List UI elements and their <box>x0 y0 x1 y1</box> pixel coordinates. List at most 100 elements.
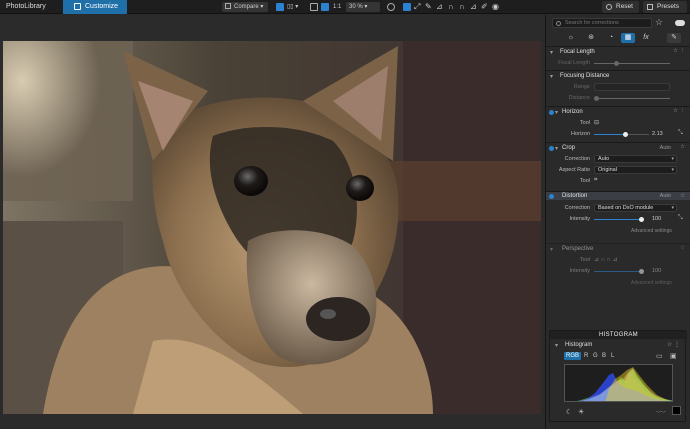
reset-icon <box>606 4 612 10</box>
perspective-intensity-slider[interactable] <box>594 269 644 274</box>
horizon-tool-icon[interactable]: ⤢ <box>414 2 420 12</box>
ratio-1-1[interactable]: 1:1 <box>333 2 341 12</box>
distortion-tool-icon[interactable]: ⤡ <box>678 215 683 222</box>
compare-icon <box>225 3 231 9</box>
crop-title: Crop <box>562 145 576 151</box>
color-swatch <box>672 406 681 415</box>
single-view-icon[interactable] <box>276 3 284 11</box>
channel-r[interactable]: R <box>584 352 588 360</box>
presets-label: Presets <box>657 3 680 10</box>
collapse-chevron-icon[interactable]: ▾ <box>555 145 558 152</box>
section-menu-icon[interactable]: ☆ <box>680 193 685 199</box>
caret-icon: ▾ <box>671 205 674 211</box>
collapse-chevron-icon[interactable]: ▾ <box>550 246 553 253</box>
horizon-section: ▾ Horizon ☆ ⋮ Tool ⊟ Horizon 2.13 ⤡ <box>546 106 690 140</box>
channel-b[interactable]: B <box>602 352 606 360</box>
tab-photolibrary[interactable]: PhotoLibrary <box>0 0 62 14</box>
repair-tool-icon[interactable]: ∩ <box>448 2 454 12</box>
effects-palette-icon[interactable]: fx <box>639 33 653 43</box>
section-menu-icon[interactable]: ☆ <box>680 144 685 150</box>
enabled-indicator[interactable] <box>549 110 554 115</box>
perspective-intensity-value[interactable]: 100 <box>652 268 661 274</box>
channel-g[interactable]: G <box>593 352 598 360</box>
perspective-advanced-settings[interactable]: Advanced settings <box>631 280 672 286</box>
section-menu-icon[interactable]: ☆ ⋮ <box>667 341 680 348</box>
local-adjust-palette-icon[interactable]: ✎ <box>667 33 681 43</box>
horizon-level-icon[interactable]: ⊟ <box>594 119 599 126</box>
aspect-ratio-select[interactable]: Original ▾ <box>594 166 677 174</box>
focusing-distance-section: ▾ Focusing Distance Range Distance <box>546 70 690 103</box>
caret-icon: ▾ <box>671 167 674 173</box>
crop-tool-icon[interactable] <box>403 3 411 11</box>
white-balance-picker-icon[interactable]: ✎ <box>425 2 432 12</box>
search-icon <box>556 21 561 26</box>
distance-slider[interactable] <box>594 96 670 101</box>
range-select[interactable] <box>594 83 670 91</box>
collapse-chevron-icon[interactable]: ▾ <box>555 342 558 349</box>
favorites-star-icon[interactable]: ☆ <box>655 17 663 28</box>
straighten-icon[interactable]: ⤡ <box>678 130 683 137</box>
crop-section: ▾ Crop Auto ☆ Correction Auto ▾ Aspect Ra… <box>546 142 690 190</box>
section-menu-icon[interactable]: ☆ ⋮ <box>673 48 685 54</box>
image-viewer[interactable] <box>0 15 545 429</box>
horizon-value[interactable]: 2.13 <box>652 131 663 137</box>
crop-correction-label: Correction <box>564 156 590 162</box>
split-view-button[interactable]: ▯▯ ▾ <box>287 2 298 12</box>
fit-icon[interactable] <box>310 3 318 11</box>
tab-customize[interactable]: Customize <box>63 0 127 14</box>
slider-knob[interactable] <box>639 217 644 222</box>
enabled-indicator[interactable] <box>549 146 554 151</box>
brush-tool-icon[interactable]: ✐ <box>481 2 488 12</box>
collapse-chevron-icon[interactable]: ▾ <box>550 73 553 80</box>
reset-label: Reset <box>616 3 633 10</box>
zoom-select[interactable]: 30 % ▾ <box>346 2 380 12</box>
horizon-slider[interactable] <box>594 132 649 137</box>
slider-knob[interactable] <box>594 96 599 101</box>
mask-tool-icon[interactable]: ⊿ <box>470 2 477 12</box>
clipping-icon[interactable]: ▣ <box>670 352 677 360</box>
range-label: Range <box>573 84 590 90</box>
light-palette-icon[interactable]: ☼ <box>564 33 578 43</box>
color-palette-icon[interactable]: ⊛ <box>584 33 598 43</box>
compare-button[interactable]: Compare ▾ <box>222 2 268 12</box>
panel-toggle[interactable] <box>675 20 685 26</box>
channel-l[interactable]: L <box>611 352 614 360</box>
search-input[interactable]: Search for corrections <box>552 18 652 28</box>
caret-icon: ▾ <box>671 156 674 162</box>
enabled-indicator[interactable] <box>549 194 554 199</box>
shadows-clipping-icon[interactable]: ☾ <box>566 408 572 416</box>
distortion-correction-select[interactable]: Based on DxO module ▾ <box>594 204 677 212</box>
slider-knob[interactable] <box>623 132 629 137</box>
perspective-tools-icon[interactable]: ⊿ ∩ ∩ ⊿ <box>594 256 618 263</box>
highlights-clipping-icon[interactable]: ☀ <box>578 408 584 416</box>
monitor-icon[interactable]: ▭ <box>656 352 663 360</box>
move-icon[interactable] <box>321 3 329 11</box>
channel-rgb[interactable]: RGB <box>564 352 582 360</box>
horizon-tool-label: Tool <box>579 120 590 126</box>
search-placeholder: Search for corrections <box>565 20 619 26</box>
palette-tabs: ☼ ⊛ ◔ ▦ fx ✎ <box>552 33 685 43</box>
compare-original-icon[interactable] <box>387 3 395 11</box>
distortion-intensity-slider[interactable] <box>594 217 644 222</box>
collapse-chevron-icon[interactable]: ▾ <box>555 109 558 116</box>
slider-knob[interactable] <box>639 269 644 274</box>
collapse-chevron-icon[interactable]: ▾ <box>550 49 553 56</box>
distortion-advanced-settings[interactable]: Advanced settings <box>631 228 672 234</box>
section-menu-icon[interactable]: ☆ ⋮ <box>673 108 685 114</box>
focal-length-slider[interactable] <box>594 61 670 66</box>
focal-length-label: Focal Length <box>558 60 590 66</box>
distortion-correction-label: Correction <box>564 205 590 211</box>
presets-button[interactable]: Presets <box>643 1 687 13</box>
detail-palette-icon[interactable]: ◔ <box>604 33 618 43</box>
eye-icon[interactable]: ◉ <box>492 2 499 12</box>
perspective-tool-icon[interactable]: ⊿ <box>436 2 443 12</box>
perspective-tool-label: Tool <box>579 257 590 263</box>
slider-knob[interactable] <box>614 61 619 66</box>
reset-button[interactable]: Reset <box>602 1 639 13</box>
section-menu-icon[interactable]: ☆ <box>680 245 685 251</box>
distortion-intensity-value[interactable]: 100 <box>652 216 661 222</box>
local-adjust-icon[interactable]: ∩ <box>459 2 465 12</box>
crop-correction-select[interactable]: Auto ▾ <box>594 155 677 163</box>
geometry-palette-icon[interactable]: ▦ <box>621 33 635 43</box>
crop-tool-icon[interactable]: ⌗ <box>594 177 597 184</box>
